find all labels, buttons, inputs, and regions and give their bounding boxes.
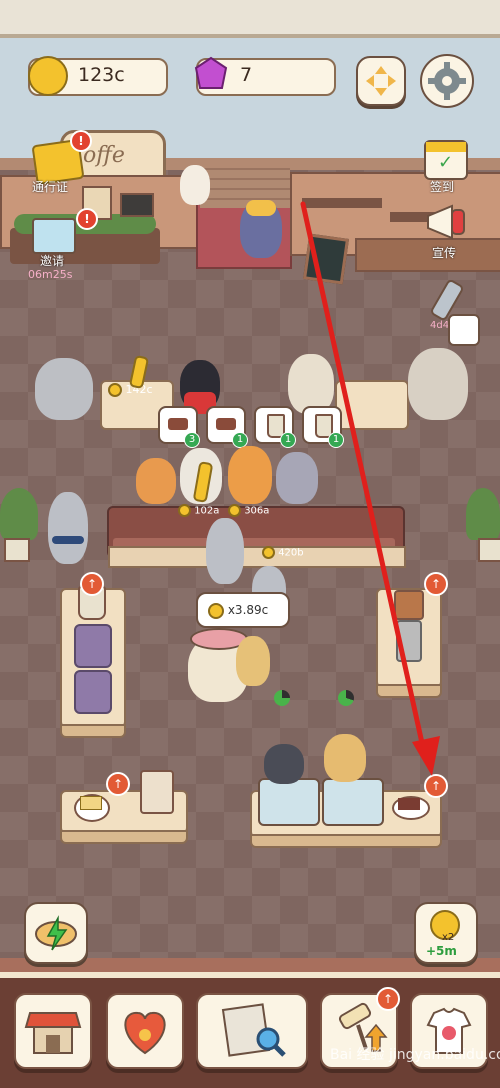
gem-icon (194, 56, 228, 89)
arrow-line (300, 201, 427, 755)
megaphone-icon (427, 204, 465, 240)
invite-label: 邀请 (40, 254, 65, 268)
arrow-head (412, 736, 440, 776)
watermark: Bai 经验 jingyan.baidu.com (330, 1047, 500, 1063)
calendar-icon: ✓ (424, 140, 468, 180)
checkin-button[interactable]: ✓ 签到 (420, 136, 470, 194)
pass-label: 通行证 (32, 180, 69, 194)
coin-icon (28, 56, 68, 96)
expand-arrows-icon (366, 66, 396, 96)
settings-button[interactable] (420, 54, 474, 108)
coin-counter: 123c (28, 56, 168, 96)
invite-button[interactable]: 邀请 06m25s ! (26, 208, 98, 282)
shop-icon (24, 1012, 82, 1054)
tab-newspaper[interactable] (196, 993, 308, 1069)
lightning-burrito-icon (35, 915, 77, 951)
gem-counter: 7 (194, 56, 336, 96)
boost-multiplier: x2 (442, 932, 455, 943)
upgrade-badge: ↑ (376, 987, 400, 1011)
invite-timer: 06m25s (28, 268, 73, 281)
gem-value: 7 (240, 64, 253, 86)
gear-icon (428, 62, 466, 100)
coin-value: 123c (78, 64, 125, 86)
coffee-cup-icon (448, 314, 480, 346)
alert-badge: ! (76, 208, 98, 230)
tab-shop[interactable] (14, 993, 92, 1069)
speed-up-button[interactable] (24, 902, 88, 964)
boost-time: +5m (426, 944, 457, 958)
pass-button[interactable]: 通行证 ! (26, 130, 92, 198)
checkin-label: 签到 (430, 180, 455, 194)
alert-badge: ! (70, 130, 92, 152)
promo-button[interactable]: 宣传 (420, 200, 474, 264)
newspaper-magnifier-icon (221, 1003, 286, 1057)
envelope-icon (32, 218, 76, 254)
heart-paw-icon (124, 1011, 166, 1055)
expand-button[interactable] (356, 56, 406, 106)
tab-favorites[interactable] (106, 993, 184, 1069)
promo-event[interactable]: 4d4h (428, 278, 480, 352)
promo-label: 宣传 (432, 246, 457, 260)
boost-button[interactable]: x2 +5m (414, 902, 478, 964)
